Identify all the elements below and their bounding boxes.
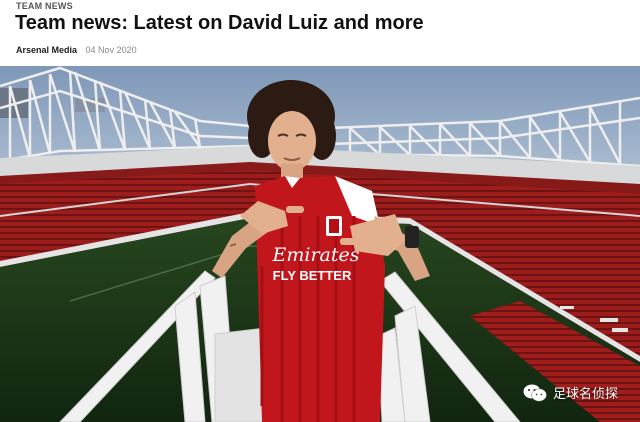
- shirt-sponsor: Emirates: [271, 244, 359, 266]
- article-date: 04 Nov 2020: [85, 45, 137, 55]
- wechat-icon: [523, 384, 547, 401]
- article-author: Arsenal Media: [16, 45, 78, 55]
- watermark-text: 足球名侦探: [552, 387, 618, 402]
- article-byline: Arsenal Media 04 Nov 2020: [16, 45, 137, 55]
- article-header: TEAM NEWS Team news: Latest on David Lui…: [0, 0, 640, 66]
- article-category[interactable]: TEAM NEWS: [16, 1, 73, 11]
- shirt-sponsor-tagline: FLY BETTER: [273, 268, 352, 283]
- watermark: 足球名侦探: [523, 383, 618, 402]
- article-title: Team news: Latest on David Luiz and more: [15, 12, 424, 34]
- hero-image: Emirates FLY BETTER 足球名侦探: [0, 66, 640, 422]
